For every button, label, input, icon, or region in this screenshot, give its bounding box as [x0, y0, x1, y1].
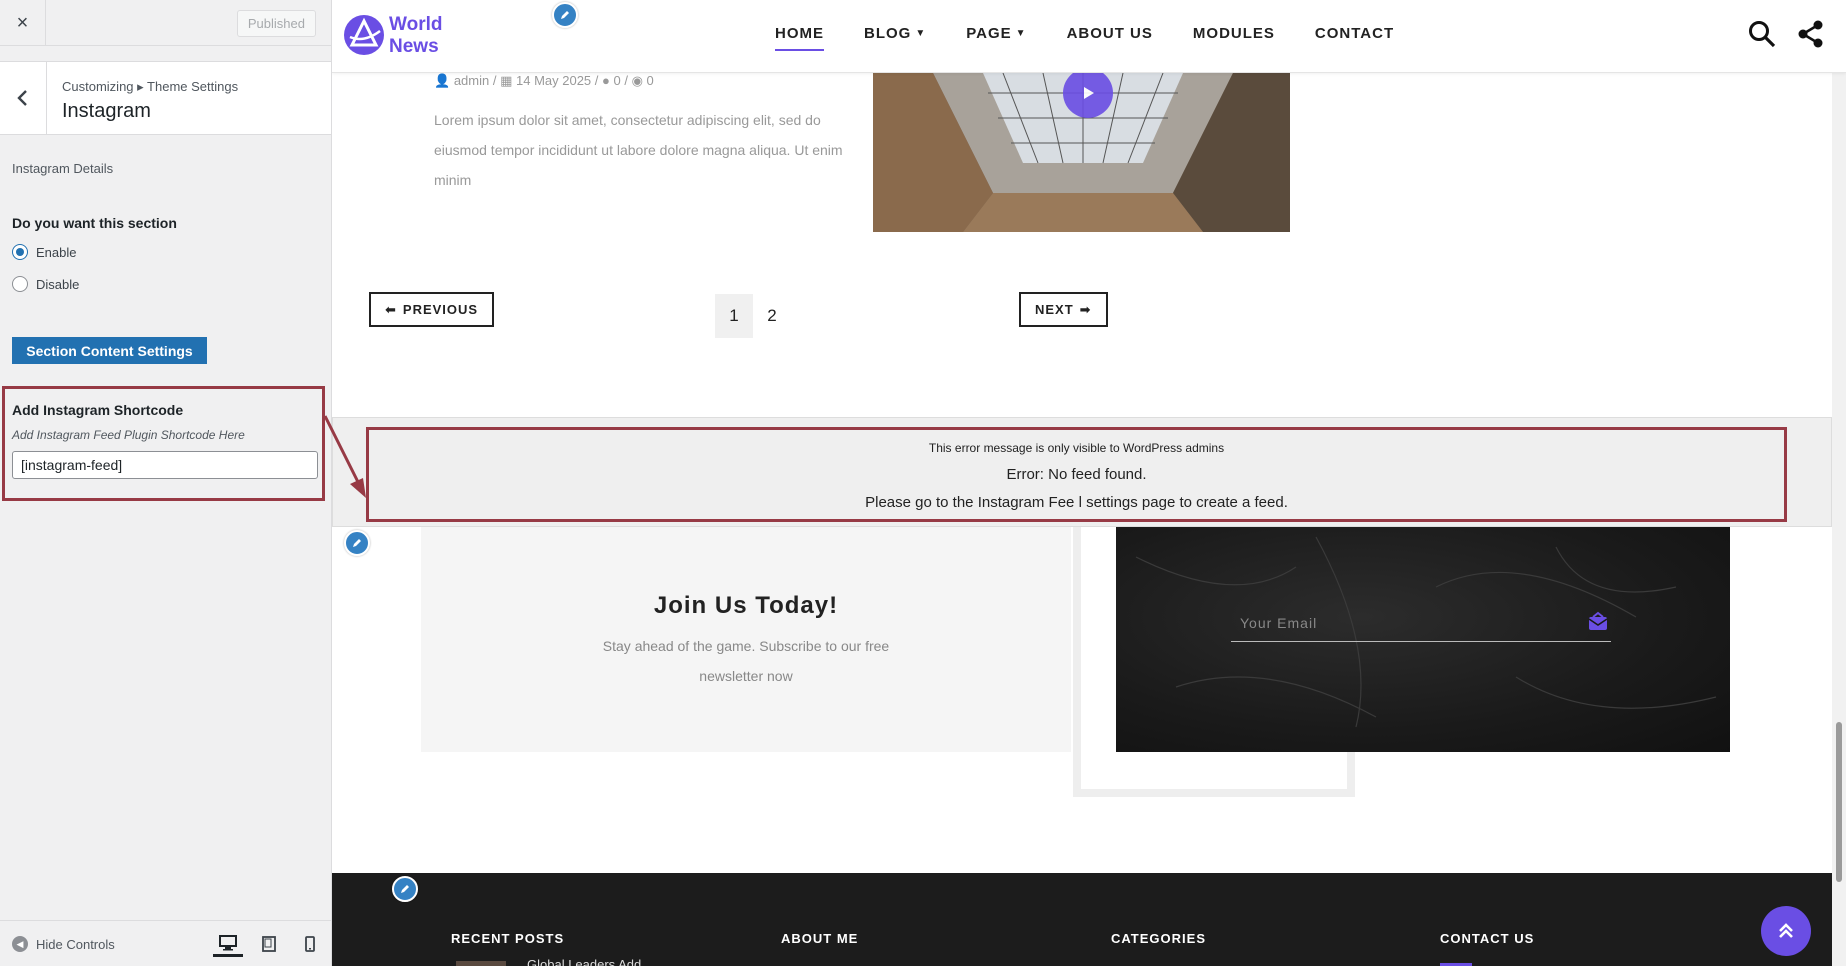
calendar-icon: ▦: [500, 73, 513, 88]
radio-enable-input[interactable]: [12, 244, 28, 260]
chevron-left-icon: [17, 90, 27, 106]
logo-line-2: News: [389, 36, 439, 57]
double-chevron-up-icon: [1779, 923, 1793, 938]
customizer-header: × Published: [0, 0, 331, 46]
section-question: Do you want this section: [12, 215, 177, 231]
menu-home[interactable]: HOME: [775, 25, 824, 51]
footer-recent-posts-heading: RECENT POSTS: [451, 931, 565, 946]
panel-title: Instagram: [62, 100, 151, 122]
post-meta: 👤 admin / ▦ 14 May 2025 / ● 0 / ◉ 0: [434, 73, 654, 88]
published-button[interactable]: Published: [236, 10, 316, 37]
page-scrollbar[interactable]: [1832, 0, 1846, 966]
previous-label: PREVIOUS: [402, 302, 479, 317]
share-icon[interactable]: [1798, 20, 1824, 48]
comment-icon: ●: [602, 73, 610, 88]
radio-enable-label: Enable: [36, 244, 77, 260]
next-button[interactable]: NEXT ➡: [1019, 292, 1108, 327]
newsletter-description: Stay ahead of the game. Subscribe to our…: [602, 638, 890, 684]
recent-post-title[interactable]: Global Leaders Add: [527, 957, 641, 966]
previous-button[interactable]: ⬅ PREVIOUS: [369, 292, 495, 327]
newsletter-panel: Join Us Today! Stay ahead of the game. S…: [421, 527, 1071, 752]
post-date: 14 May 2025: [516, 73, 592, 88]
error-title: Error: No feed found.: [1006, 466, 1147, 483]
section-content-settings-button[interactable]: Section Content Settings: [12, 337, 207, 364]
shortcode-input[interactable]: [12, 451, 318, 479]
tablet-icon[interactable]: [254, 931, 284, 957]
menu-blog[interactable]: BLOG ▼: [864, 25, 926, 42]
radio-disable[interactable]: Disable: [12, 276, 79, 292]
arrow-right-icon: ➡: [1079, 301, 1092, 317]
caret-down-icon: ▼: [1015, 28, 1027, 39]
admin-notice: This error message is only visible to Wo…: [928, 441, 1225, 455]
menu-contact-label: CONTACT: [1314, 25, 1395, 42]
arrow-left-icon: ⬅: [385, 301, 397, 317]
site-preview: World News HOME BLOG ▼ PAGE ▼ ABOUT US MOD…: [332, 0, 1846, 966]
shortcode-description: Add Instagram Feed Plugin Shortcode Here: [12, 428, 245, 442]
post-comments: 0: [613, 73, 621, 88]
customizer-footer: ◀ Hide Controls: [0, 920, 331, 966]
world-news-logo-icon[interactable]: [342, 13, 386, 57]
footer-contact-heading: CONTACT US: [1440, 931, 1535, 946]
hide-controls-button[interactable]: ◀ Hide Controls: [12, 936, 115, 952]
desktop-icon[interactable]: [213, 931, 243, 957]
menu-contact[interactable]: CONTACT: [1315, 25, 1394, 42]
menu-blog-label: BLOG: [864, 25, 912, 42]
site-logo-text[interactable]: World News: [389, 14, 442, 58]
menu-modules[interactable]: MODULES: [1193, 25, 1275, 42]
recent-post-thumbnail[interactable]: [456, 961, 506, 966]
instagram-feed-section: This error message is only visible to Wo…: [332, 417, 1832, 527]
search-icon[interactable]: [1748, 20, 1776, 48]
scrollbar-thumb[interactable]: [1836, 722, 1842, 882]
play-icon[interactable]: [1063, 68, 1113, 118]
menu-home-label: HOME: [775, 25, 824, 42]
email-input[interactable]: Your Email: [1240, 615, 1317, 631]
scroll-to-top-button[interactable]: [1761, 906, 1811, 956]
site-footer: RECENT POSTS ABOUT ME CATEGORIES CONTACT…: [332, 873, 1832, 966]
caret-down-icon: ▼: [915, 28, 927, 39]
mobile-icon[interactable]: [295, 931, 325, 957]
footer-about-me-heading: ABOUT ME: [781, 931, 859, 946]
email-underline: [1231, 641, 1611, 642]
back-button[interactable]: [0, 62, 47, 134]
page-2[interactable]: 2: [753, 294, 791, 338]
radio-enable[interactable]: Enable: [12, 244, 76, 260]
post-excerpt: Lorem ipsum dolor sit amet, consectetur …: [434, 112, 843, 188]
radio-disable-input[interactable]: [12, 276, 28, 292]
hide-controls-label: Hide Controls: [36, 936, 115, 952]
mail-send-icon[interactable]: [1587, 611, 1609, 633]
breadcrumb: Customizing ▸ Theme Settings: [62, 79, 239, 94]
eye-icon: ◉: [631, 73, 643, 88]
close-icon[interactable]: ×: [0, 0, 46, 46]
edit-shortcut-icon[interactable]: [344, 530, 370, 556]
footer-categories-heading: CATEGORIES: [1111, 931, 1206, 946]
error-highlight-box: This error message is only visible to Wo…: [366, 427, 1787, 522]
logo-line-1: World: [389, 14, 443, 35]
edit-shortcut-icon[interactable]: [552, 2, 578, 28]
post-author[interactable]: admin: [454, 73, 489, 88]
post-views: 0: [646, 73, 654, 88]
edit-shortcut-icon[interactable]: [392, 876, 418, 902]
panel-header: Customizing ▸ Theme Settings Instagram: [0, 61, 331, 135]
page-1[interactable]: 1: [715, 294, 753, 338]
shortcode-title: Add Instagram Shortcode: [12, 402, 184, 418]
collapse-icon: ◀: [12, 936, 28, 952]
main-menu: HOME BLOG ▼ PAGE ▼ ABOUT US MODULES CONTAC…: [775, 25, 1394, 51]
menu-page[interactable]: PAGE ▼: [966, 25, 1026, 42]
menu-about-label: ABOUT US: [1066, 25, 1153, 42]
error-instructions: Please go to the Instagram Fee l setting…: [865, 494, 1288, 511]
section-label: Instagram Details: [12, 161, 114, 176]
author-icon: 👤: [434, 73, 451, 88]
menu-modules-label: MODULES: [1192, 25, 1275, 42]
newsletter-title: Join Us Today!: [653, 592, 839, 619]
next-label: NEXT: [1035, 302, 1074, 317]
site-header: World News HOME BLOG ▼ PAGE ▼ ABOUT US MOD…: [332, 0, 1846, 73]
menu-about-us[interactable]: ABOUT US: [1067, 25, 1153, 42]
screen: × Published Customizing ▸ Theme Settings…: [0, 0, 1846, 966]
radio-disable-label: Disable: [36, 276, 80, 292]
menu-page-label: PAGE: [966, 25, 1012, 42]
customizer-sidebar: × Published Customizing ▸ Theme Settings…: [0, 0, 332, 966]
header-icons: [1748, 20, 1824, 48]
newsletter-form-panel: Your Email: [1116, 527, 1730, 752]
